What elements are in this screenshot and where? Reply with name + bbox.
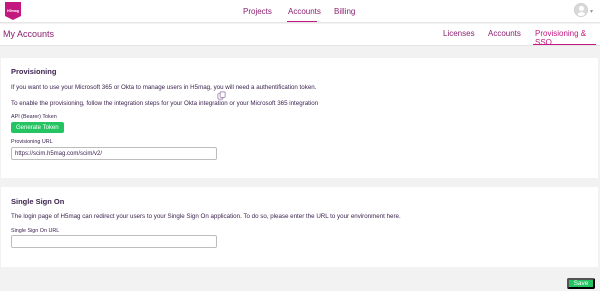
provisioning-url-field[interactable]: https://scim.h5mag.com/scim/v2/ — [11, 147, 217, 160]
provisioning-heading: Provisioning — [11, 67, 57, 76]
provisioning-instructions: To enable the provisioning, follow the i… — [11, 100, 319, 107]
save-button[interactable]: Save — [567, 278, 595, 289]
tab-active-indicator — [533, 44, 596, 45]
generate-token-button[interactable]: Generate Token — [11, 122, 64, 133]
copy-icon[interactable] — [217, 91, 226, 100]
nav-active-indicator — [287, 21, 317, 22]
chevron-down-icon[interactable]: ▾ — [590, 8, 593, 15]
provisioning-url-label: Provisioning URL — [11, 139, 53, 145]
nav-projects[interactable]: Projects — [243, 0, 272, 23]
tab-accounts[interactable]: Accounts — [488, 29, 521, 38]
top-navbar: H5mag Projects Accounts Billing ▾ — [0, 0, 600, 23]
token-label: API (Bearer) Token — [11, 114, 57, 120]
tab-licenses[interactable]: Licenses — [443, 29, 475, 38]
sso-card: Single Sign On The login page of H5mag c… — [1, 187, 598, 267]
provisioning-description: If you want to use your Microsoft 365 or… — [11, 84, 317, 91]
h5mag-logo[interactable]: H5mag — [5, 2, 21, 20]
provisioning-card: Provisioning If you want to use your Mic… — [1, 58, 598, 178]
nav-accounts[interactable]: Accounts — [288, 0, 321, 23]
page-title: My Accounts — [3, 29, 55, 39]
user-avatar[interactable] — [574, 3, 588, 17]
avatar-head — [579, 6, 584, 11]
avatar-body — [577, 12, 586, 16]
sso-description: The login page of H5mag can redirect you… — [11, 213, 401, 220]
sub-header: My Accounts Licenses Accounts Provisioni… — [0, 24, 600, 47]
nav-billing[interactable]: Billing — [334, 0, 355, 23]
svg-text:H5mag: H5mag — [7, 9, 19, 13]
sso-heading: Single Sign On — [11, 197, 65, 206]
sso-url-field[interactable] — [11, 235, 217, 248]
sso-url-label: Single Sign On URL — [11, 228, 60, 234]
